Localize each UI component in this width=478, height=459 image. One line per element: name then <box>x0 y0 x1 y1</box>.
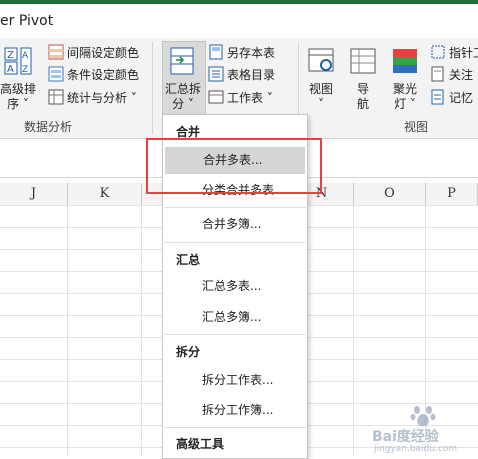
focus-button[interactable]: 关注 <box>430 64 473 84</box>
navigate-label-2: 航 <box>356 97 369 111</box>
pointer-tool-label: 指针工 <box>449 45 478 60</box>
summary-split-face-label-2: 分 ˅ <box>172 97 194 111</box>
ribbon-tab-strip: er Pivot <box>0 4 478 38</box>
menu-item-split-sheet[interactable]: 拆分工作表... <box>164 367 306 394</box>
notes-icon <box>431 89 444 105</box>
grid-color-icon <box>48 44 64 60</box>
watermark-brand: Bai度经验 <box>372 429 439 445</box>
view-button[interactable]: 视图 ˅ <box>304 46 338 112</box>
interval-color-button[interactable]: 间隔设定颜色 <box>48 42 139 62</box>
navigation-icon <box>350 48 376 74</box>
menu-section-summary: 汇总 <box>176 253 201 267</box>
menu-item-label: 拆分工作表... <box>202 373 274 387</box>
summary-split-button-face[interactable]: 汇总拆 分 ˅ <box>164 46 202 112</box>
menu-item-label: 汇总多表... <box>202 279 262 293</box>
grid-line <box>353 205 354 457</box>
sheet-catalog-label: 表格目录 <box>227 67 276 82</box>
focus-label: 关注 <box>449 67 474 82</box>
group-label-view: 视图 <box>404 120 429 134</box>
worksheet-icon <box>208 90 224 104</box>
baidu-paw-icon <box>410 406 436 427</box>
save-sheet-icon <box>209 44 223 60</box>
conditional-color-button[interactable]: 条件设定颜色 <box>48 64 139 84</box>
merge-split-icon <box>170 47 194 75</box>
view-icon <box>308 48 334 72</box>
svg-text:Z: Z <box>22 65 28 75</box>
stats-analysis-button[interactable]: 统计与分析 ˅ <box>48 87 137 107</box>
ribbon-separator <box>152 42 153 134</box>
menu-section-split: 拆分 <box>176 345 201 359</box>
stats-analysis-label: 统计与分析 ˅ <box>67 90 137 105</box>
navigate-button[interactable]: 导 航 <box>346 46 380 112</box>
save-as-sheet-label: 另存本表 <box>227 45 276 60</box>
catalog-icon <box>208 66 224 82</box>
annotation-highlight-box <box>146 138 322 194</box>
column-header-j[interactable]: J <box>0 183 68 205</box>
menu-separator <box>164 207 306 208</box>
column-header-k[interactable]: K <box>68 183 142 205</box>
column-header-p[interactable]: P <box>426 183 478 205</box>
focus-icon <box>431 66 444 82</box>
advanced-sort-label-2: 序 ˅ <box>7 97 29 111</box>
menu-item-summary-workbooks[interactable]: 汇总多簿... <box>164 304 306 331</box>
pointer-tool-button[interactable]: 指针工 <box>430 42 478 62</box>
svg-text:Z: Z <box>7 50 14 61</box>
sheet-catalog-button[interactable]: 表格目录 <box>208 64 275 84</box>
watermark-url: jingyan.baidu.com <box>374 444 458 454</box>
menu-item-label: 合并多簿... <box>202 217 262 231</box>
watermark: Bai度经验 jingyan.baidu.com <box>372 400 478 457</box>
view-label-2: ˅ <box>318 97 324 111</box>
advanced-sort-label-1: 高级排 <box>0 82 37 96</box>
notes-label: 记忆 <box>449 90 474 105</box>
notes-button[interactable]: 记忆 <box>430 87 473 107</box>
menu-separator <box>164 242 306 243</box>
menu-separator <box>164 427 306 428</box>
advanced-sort-button[interactable]: Z A A Z 高级排 序 ˅ <box>0 46 36 112</box>
menu-item-summary-sheets[interactable]: 汇总多表... <box>164 273 306 300</box>
menu-item-merge-workbooks[interactable]: 合并多簿... <box>164 211 306 238</box>
conditional-color-icon <box>48 66 64 82</box>
menu-section-advanced-tools: 高级工具 <box>176 437 225 451</box>
worksheet-label: 工作表 ˅ <box>227 90 273 105</box>
svg-text:A: A <box>7 64 14 75</box>
grid-line <box>67 205 68 457</box>
view-label-1: 视图 <box>308 82 333 96</box>
spotlight-icon <box>393 49 417 73</box>
worksheet-button[interactable]: 工作表 ˅ <box>208 87 273 107</box>
summary-split-face-label-1: 汇总拆 <box>164 82 201 96</box>
interval-color-label: 间隔设定颜色 <box>67 45 140 60</box>
column-header-o[interactable]: O <box>354 183 426 205</box>
pointer-icon <box>431 45 445 59</box>
spotlight-button[interactable]: 聚光 灯 ˅ <box>388 46 422 112</box>
menu-item-label: 汇总多簿... <box>202 310 262 324</box>
navigate-label-1: 导 <box>356 82 369 96</box>
spotlight-label-1: 聚光 <box>392 82 417 96</box>
conditional-color-label: 条件设定颜色 <box>67 67 140 82</box>
save-as-sheet-button[interactable]: 另存本表 <box>208 42 275 62</box>
menu-item-label: 拆分工作簿... <box>202 403 274 417</box>
svg-text:A: A <box>22 51 29 61</box>
statistics-icon <box>48 89 64 105</box>
spotlight-label-2: 灯 ˅ <box>394 97 416 111</box>
ribbon-tab-title[interactable]: er Pivot <box>0 13 53 29</box>
group-label-data-analysis: 数据分析 <box>24 120 73 134</box>
menu-item-split-workbook[interactable]: 拆分工作簿... <box>164 397 306 424</box>
menu-separator <box>164 334 306 335</box>
grid-line <box>141 205 142 457</box>
sort-az-icon: Z A A Z <box>4 47 32 75</box>
